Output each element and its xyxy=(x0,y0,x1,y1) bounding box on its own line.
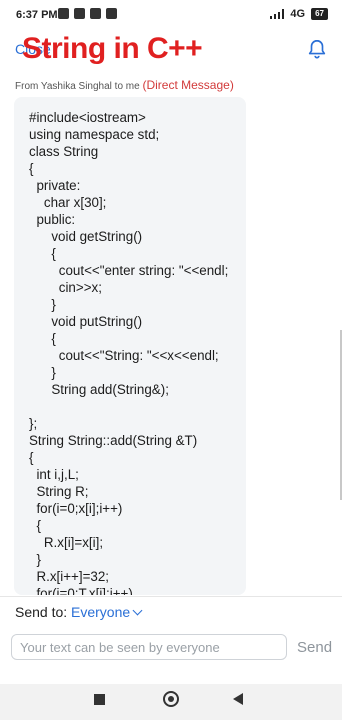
chat-message-input[interactable] xyxy=(11,634,287,660)
bell-icon[interactable] xyxy=(306,38,328,60)
nav-back-icon[interactable] xyxy=(233,693,243,705)
chevron-down-icon xyxy=(132,605,143,616)
nav-home-icon[interactable] xyxy=(163,691,179,707)
chat-header: Close String in C++ xyxy=(0,32,342,72)
signal-icon xyxy=(270,9,285,19)
network-type: 4G xyxy=(290,8,306,20)
message-type-label: (Direct Message) xyxy=(142,78,234,92)
system-nav-bar xyxy=(0,684,342,720)
message-bubble: #include<iostream> using namespace std; … xyxy=(14,97,246,595)
nav-square-icon[interactable] xyxy=(94,694,105,705)
send-button[interactable]: Send xyxy=(297,639,332,656)
notification-icon xyxy=(106,8,117,19)
send-to-label: Send to: xyxy=(15,604,68,620)
send-to-value: Everyone xyxy=(71,604,131,620)
notification-icon xyxy=(58,8,69,19)
status-time: 6:37 PM xyxy=(16,9,58,21)
message-sender-line: From Yashika Singhal to me (Direct Messa… xyxy=(15,78,234,92)
status-right: 4G 67 xyxy=(270,8,328,20)
battery-icon: 67 xyxy=(311,8,328,20)
notification-icon xyxy=(90,8,101,19)
video-title-overlay: String in C++ xyxy=(22,32,203,65)
notification-icon xyxy=(74,8,85,19)
status-bar: 6:37 PM 4G 67 xyxy=(0,0,342,32)
message-code-text: #include<iostream> using namespace std; … xyxy=(29,110,229,595)
sender-text: From Yashika Singhal to me xyxy=(15,81,140,92)
send-to-row: Send to: Everyone xyxy=(0,596,342,627)
send-to-dropdown[interactable]: Everyone xyxy=(71,604,143,620)
notification-icons xyxy=(58,8,117,19)
